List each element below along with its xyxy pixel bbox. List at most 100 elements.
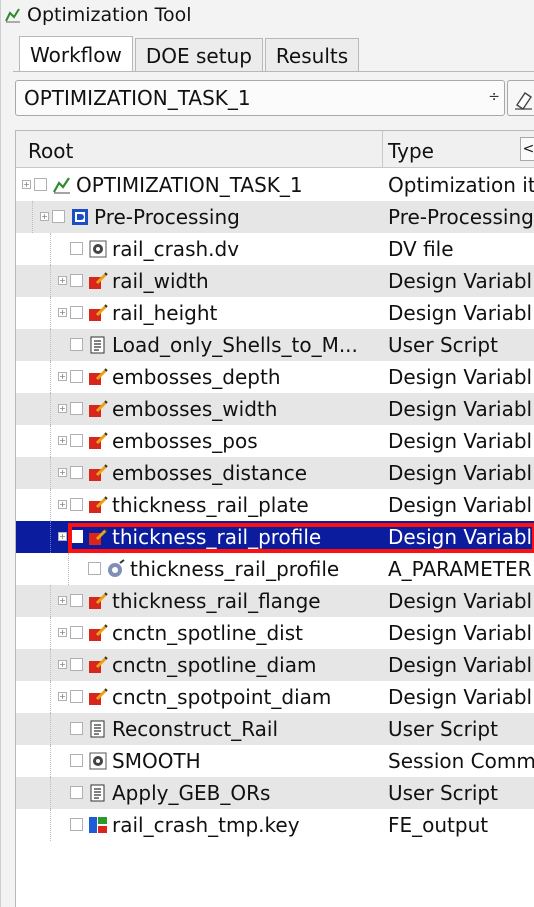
expand-toggle-icon[interactable]: +: [58, 404, 67, 413]
expand-toggle-icon[interactable]: +: [58, 532, 67, 541]
row-checkbox[interactable]: [70, 786, 83, 799]
expand-toggle-icon[interactable]: +: [58, 372, 67, 381]
tree-row-name: thickness_rail_profile: [130, 557, 340, 581]
row-checkbox[interactable]: [88, 562, 101, 575]
expand-toggle-icon[interactable]: +: [58, 628, 67, 637]
tree-row-name: embosses_pos: [112, 429, 258, 453]
window-title: Optimization Tool: [27, 4, 192, 26]
task-select[interactable]: OPTIMIZATION_TASK_1 ÷: [15, 80, 505, 116]
tree-guide-line: [50, 681, 51, 713]
tree-row-type: Design Variabl: [388, 269, 533, 293]
row-checkbox[interactable]: [70, 690, 83, 703]
task-edit-button[interactable]: [507, 80, 534, 116]
tree-row-name: Load_only_Shells_to_M...: [112, 333, 358, 357]
design-variable-icon: [88, 367, 108, 387]
tree-header: Root Type <: [16, 131, 534, 168]
workflow-tree[interactable]: Root Type < + OPTIMIZATION_TASK_1 Optimiza…: [15, 130, 534, 907]
tree-row[interactable]: rail_crash.dv DV file: [16, 233, 534, 265]
row-checkbox[interactable]: [70, 402, 83, 415]
task-select-stepper-icon[interactable]: ÷: [488, 89, 500, 105]
expand-toggle-icon[interactable]: +: [40, 212, 49, 221]
row-checkbox[interactable]: [70, 722, 83, 735]
row-checkbox[interactable]: [70, 530, 83, 543]
expand-toggle-icon[interactable]: +: [58, 660, 67, 669]
tree-row-name: Pre-Processing: [94, 205, 240, 229]
expand-toggle-icon[interactable]: +: [58, 276, 67, 285]
row-checkbox[interactable]: [70, 338, 83, 351]
tree-row-type: Design Variabl: [388, 397, 533, 421]
tree-row[interactable]: + thickness_rail_plate Design Variabl: [16, 489, 534, 521]
design-variable-icon: [88, 303, 108, 323]
task-icon: [52, 175, 72, 195]
row-checkbox[interactable]: [34, 178, 47, 191]
tree-row[interactable]: Reconstruct_Rail User Script: [16, 713, 534, 745]
tree-row-name: Apply_GEB_ORs: [112, 781, 271, 805]
tree-row[interactable]: SMOOTH Session Comm: [16, 745, 534, 777]
tree-row[interactable]: + thickness_rail_flange Design Variabl: [16, 585, 534, 617]
tree-guide-line: [50, 361, 51, 393]
preprocessing-icon: [70, 207, 90, 227]
tab-workflow[interactable]: Workflow: [19, 36, 133, 72]
tree-row-name: SMOOTH: [112, 749, 201, 773]
row-checkbox[interactable]: [70, 370, 83, 383]
tree-row[interactable]: + OPTIMIZATION_TASK_1 Optimization it: [16, 169, 534, 201]
tab-results[interactable]: Results: [264, 38, 360, 72]
row-checkbox[interactable]: [70, 498, 83, 511]
tree-row[interactable]: rail_crash_tmp.key FE_output: [16, 809, 534, 841]
session-command-icon: [88, 751, 108, 771]
expand-toggle-icon[interactable]: +: [58, 308, 67, 317]
dv-file-icon: [88, 239, 108, 259]
optimization-tool-window: Optimization Tool Workflow DOE setup Res…: [0, 0, 534, 907]
expand-toggle-icon[interactable]: +: [58, 436, 67, 445]
row-checkbox[interactable]: [70, 242, 83, 255]
tree-row[interactable]: + rail_width Design Variabl: [16, 265, 534, 297]
tree-row-name: Reconstruct_Rail: [112, 717, 279, 741]
tree-row[interactable]: + cnctn_spotline_dist Design Variabl: [16, 617, 534, 649]
row-checkbox[interactable]: [52, 210, 65, 223]
row-checkbox[interactable]: [70, 466, 83, 479]
tree-row[interactable]: + embosses_distance Design Variabl: [16, 457, 534, 489]
tree-row[interactable]: Apply_GEB_ORs User Script: [16, 777, 534, 809]
column-header-root[interactable]: Root: [28, 139, 73, 163]
tree-guide-line: [50, 745, 51, 777]
tree-row[interactable]: thickness_rail_profile A_PARAMETER: [16, 553, 534, 585]
expand-toggle-icon[interactable]: +: [22, 180, 31, 189]
expand-toggle-icon[interactable]: +: [58, 500, 67, 509]
expand-toggle-icon[interactable]: +: [58, 596, 67, 605]
main-tabs: Workflow DOE setup Results: [19, 36, 361, 72]
task-select-value: OPTIMIZATION_TASK_1: [24, 86, 251, 110]
column-separator[interactable]: [382, 131, 383, 167]
tree-guide-line: [50, 713, 51, 745]
tree-row[interactable]: + cnctn_spotline_diam Design Variabl: [16, 649, 534, 681]
tree-row-type: Design Variabl: [388, 493, 533, 517]
tree-row[interactable]: + cnctn_spotpoint_diam Design Variabl: [16, 681, 534, 713]
tree-row-type: DV file: [388, 237, 454, 261]
tab-doe-setup[interactable]: DOE setup: [134, 38, 263, 72]
row-checkbox[interactable]: [70, 754, 83, 767]
tree-row[interactable]: + embosses_width Design Variabl: [16, 393, 534, 425]
expand-toggle-icon[interactable]: +: [58, 468, 67, 477]
tree-row[interactable]: + thickness_rail_profile Design Variabl: [16, 521, 534, 553]
tree-row-type: Pre-Processing: [388, 205, 534, 229]
expand-toggle-icon[interactable]: +: [58, 692, 67, 701]
row-checkbox[interactable]: [70, 626, 83, 639]
design-variable-icon: [88, 591, 108, 611]
tree-row[interactable]: + embosses_depth Design Variabl: [16, 361, 534, 393]
tree-guide-line: [50, 425, 51, 457]
column-header-type[interactable]: Type: [388, 139, 434, 163]
row-checkbox[interactable]: [70, 434, 83, 447]
tree-row[interactable]: + Pre-Processing Pre-Processing: [16, 201, 534, 233]
header-scroll-left-button[interactable]: <: [520, 137, 534, 161]
row-checkbox[interactable]: [70, 274, 83, 287]
row-checkbox[interactable]: [70, 818, 83, 831]
row-checkbox[interactable]: [70, 306, 83, 319]
tree-row-type: Session Comm: [388, 749, 534, 773]
tree-guide-line: [50, 649, 51, 681]
tree-row-type: Optimization it: [388, 173, 534, 197]
parameter-icon: [106, 559, 126, 579]
row-checkbox[interactable]: [70, 594, 83, 607]
tree-row[interactable]: + rail_height Design Variabl: [16, 297, 534, 329]
tree-row[interactable]: Load_only_Shells_to_M... User Script: [16, 329, 534, 361]
tree-row[interactable]: + embosses_pos Design Variabl: [16, 425, 534, 457]
row-checkbox[interactable]: [70, 658, 83, 671]
